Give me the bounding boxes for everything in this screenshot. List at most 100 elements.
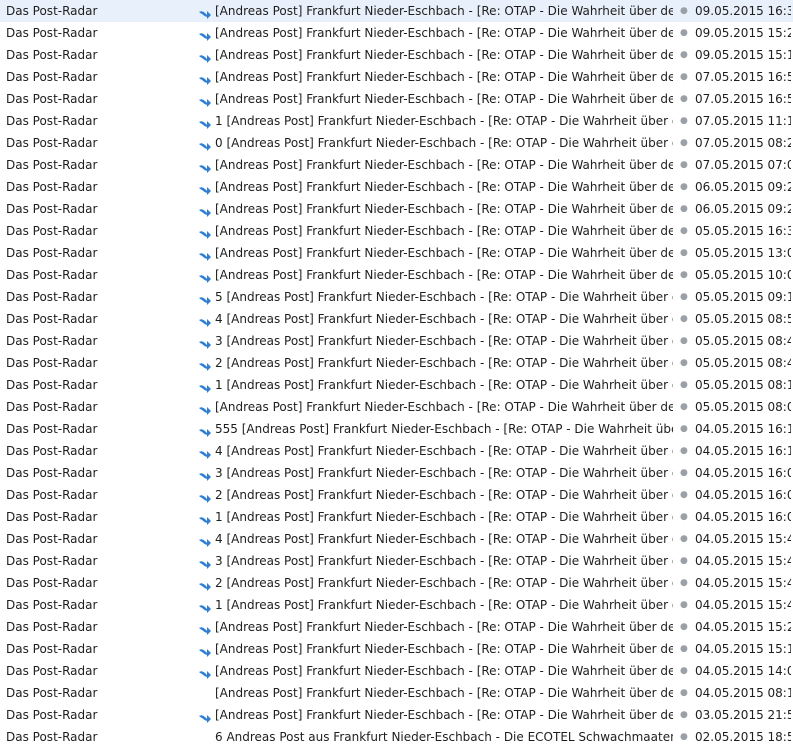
message-row[interactable]: Das Post-Radar 4 [Andreas Post] Frankfur… [0, 440, 793, 462]
unread-dot-icon[interactable]: ● [680, 396, 688, 418]
sender-name: Das Post-Radar [6, 290, 98, 304]
received-date: 05.05.2015 09:18 [695, 290, 791, 304]
forward-arrow-icon [198, 423, 212, 437]
unread-dot-icon[interactable]: ● [680, 440, 688, 462]
message-row[interactable]: Das Post-Radar [Andreas Post] Frankfurt … [0, 198, 793, 220]
message-subject: 1 [Andreas Post] Frankfurt Nieder-Eschba… [215, 378, 673, 392]
unread-dot-icon[interactable]: ● [680, 66, 688, 88]
unread-dot-icon[interactable]: ● [680, 154, 688, 176]
message-row[interactable]: Das Post-Radar [Andreas Post] Frankfurt … [0, 176, 793, 198]
message-row[interactable]: Das Post-Radar [Andreas Post] Frankfurt … [0, 154, 793, 176]
sender-name: Das Post-Radar [6, 554, 98, 568]
message-subject: 555 [Andreas Post] Frankfurt Nieder-Esch… [215, 422, 673, 436]
message-row[interactable]: Das Post-Radar 2 [Andreas Post] Frankfur… [0, 352, 793, 374]
unread-dot-icon[interactable]: ● [680, 704, 688, 726]
message-subject: 3 [Andreas Post] Frankfurt Nieder-Eschba… [215, 334, 673, 348]
message-row[interactable]: Das Post-Radar 1 [Andreas Post] Frankfur… [0, 110, 793, 132]
message-row[interactable]: Das Post-Radar [Andreas Post] Frankfurt … [0, 682, 793, 704]
message-row[interactable]: Das Post-Radar [Andreas Post] Frankfurt … [0, 22, 793, 44]
message-row[interactable]: Das Post-Radar 4 [Andreas Post] Frankfur… [0, 528, 793, 550]
unread-dot-icon[interactable]: ● [680, 418, 688, 440]
unread-dot-icon[interactable]: ● [680, 484, 688, 506]
message-row[interactable]: Das Post-Radar [Andreas Post] Frankfurt … [0, 88, 793, 110]
message-row[interactable]: Das Post-Radar [Andreas Post] Frankfurt … [0, 616, 793, 638]
message-row[interactable]: Das Post-Radar [Andreas Post] Frankfurt … [0, 220, 793, 242]
received-date: 04.05.2015 16:07 [695, 488, 791, 502]
unread-dot-icon[interactable]: ● [680, 308, 688, 330]
sender-name: Das Post-Radar [6, 136, 98, 150]
unread-dot-icon[interactable]: ● [680, 616, 688, 638]
message-row[interactable]: Das Post-Radar [Andreas Post] Frankfurt … [0, 264, 793, 286]
message-row[interactable]: Das Post-Radar 4 [Andreas Post] Frankfur… [0, 308, 793, 330]
message-row[interactable]: Das Post-Radar [Andreas Post] Frankfurt … [0, 242, 793, 264]
message-row[interactable]: Das Post-Radar [Andreas Post] Frankfurt … [0, 0, 793, 22]
message-row[interactable]: Das Post-Radar [Andreas Post] Frankfurt … [0, 638, 793, 660]
message-row[interactable]: Das Post-Radar 3 [Andreas Post] Frankfur… [0, 462, 793, 484]
unread-dot-icon[interactable]: ● [680, 528, 688, 550]
unread-dot-icon[interactable]: ● [680, 726, 688, 748]
message-row[interactable]: Das Post-Radar 3 [Andreas Post] Frankfur… [0, 330, 793, 352]
unread-dot-icon[interactable]: ● [680, 242, 688, 264]
unread-dot-icon[interactable]: ● [680, 572, 688, 594]
unread-dot-icon[interactable]: ● [680, 22, 688, 44]
message-row[interactable]: Das Post-Radar [Andreas Post] Frankfurt … [0, 44, 793, 66]
sender-name: Das Post-Radar [6, 598, 98, 612]
forward-arrow-icon [198, 181, 212, 195]
message-row[interactable]: Das Post-Radar 2 [Andreas Post] Frankfur… [0, 484, 793, 506]
unread-dot-icon[interactable]: ● [680, 352, 688, 374]
unread-dot-icon[interactable]: ● [680, 110, 688, 132]
unread-dot-icon[interactable]: ● [680, 198, 688, 220]
message-row[interactable]: Das Post-Radar [Andreas Post] Frankfurt … [0, 396, 793, 418]
message-row[interactable]: Das Post-Radar 555 [Andreas Post] Frankf… [0, 418, 793, 440]
unread-dot-icon[interactable]: ● [680, 638, 688, 660]
received-date: 04.05.2015 08:19 [695, 686, 791, 700]
sender-name: Das Post-Radar [6, 268, 98, 282]
message-row[interactable]: Das Post-Radar 6 Andreas Post aus Frankf… [0, 726, 793, 748]
message-row[interactable]: Das Post-Radar [Andreas Post] Frankfurt … [0, 66, 793, 88]
sender-name: Das Post-Radar [6, 378, 98, 392]
unread-dot-icon[interactable]: ● [680, 0, 688, 22]
unread-dot-icon[interactable]: ● [680, 682, 688, 704]
unread-dot-icon[interactable]: ● [680, 286, 688, 308]
message-row[interactable]: Das Post-Radar 3 [Andreas Post] Frankfur… [0, 550, 793, 572]
received-date: 09.05.2015 15:18 [695, 48, 791, 62]
message-subject: [Andreas Post] Frankfurt Nieder-Eschbach… [215, 664, 673, 678]
message-row[interactable]: Das Post-Radar 5 [Andreas Post] Frankfur… [0, 286, 793, 308]
message-row[interactable]: Das Post-Radar [Andreas Post] Frankfurt … [0, 660, 793, 682]
unread-dot-icon[interactable]: ● [680, 374, 688, 396]
unread-dot-icon[interactable]: ● [680, 594, 688, 616]
received-date: 06.05.2015 09:24 [695, 202, 791, 216]
forward-arrow-icon [198, 335, 212, 349]
message-row[interactable]: Das Post-Radar [Andreas Post] Frankfurt … [0, 704, 793, 726]
received-date: 04.05.2015 14:05 [695, 664, 791, 678]
unread-dot-icon[interactable]: ● [680, 462, 688, 484]
forward-arrow-icon [198, 49, 212, 63]
unread-dot-icon[interactable]: ● [680, 506, 688, 528]
unread-dot-icon[interactable]: ● [680, 264, 688, 286]
unread-dot-icon[interactable]: ● [680, 176, 688, 198]
sender-name: Das Post-Radar [6, 444, 98, 458]
unread-dot-icon[interactable]: ● [680, 330, 688, 352]
message-row[interactable]: Das Post-Radar 2 [Andreas Post] Frankfur… [0, 572, 793, 594]
received-date: 07.05.2015 11:19 [695, 114, 791, 128]
message-subject: [Andreas Post] Frankfurt Nieder-Eschbach… [215, 4, 673, 18]
message-row[interactable]: Das Post-Radar 1 [Andreas Post] Frankfur… [0, 594, 793, 616]
received-date: 04.05.2015 16:12 [695, 444, 791, 458]
received-date: 04.05.2015 16:18 [695, 422, 791, 436]
unread-dot-icon[interactable]: ● [680, 132, 688, 154]
message-row[interactable]: Das Post-Radar 1 [Andreas Post] Frankfur… [0, 506, 793, 528]
received-date: 04.05.2015 15:43 [695, 554, 791, 568]
forward-arrow-icon [198, 313, 212, 327]
message-row[interactable]: Das Post-Radar 1 [Andreas Post] Frankfur… [0, 374, 793, 396]
unread-dot-icon[interactable]: ● [680, 88, 688, 110]
received-date: 05.05.2015 08:08 [695, 400, 791, 414]
sender-name: Das Post-Radar [6, 246, 98, 260]
unread-dot-icon[interactable]: ● [680, 220, 688, 242]
received-date: 09.05.2015 15:20 [695, 26, 791, 40]
unread-dot-icon[interactable]: ● [680, 44, 688, 66]
unread-dot-icon[interactable]: ● [680, 550, 688, 572]
sender-name: Das Post-Radar [6, 180, 98, 194]
unread-dot-icon[interactable]: ● [680, 660, 688, 682]
forward-arrow-icon [198, 445, 212, 459]
message-row[interactable]: Das Post-Radar 0 [Andreas Post] Frankfur… [0, 132, 793, 154]
